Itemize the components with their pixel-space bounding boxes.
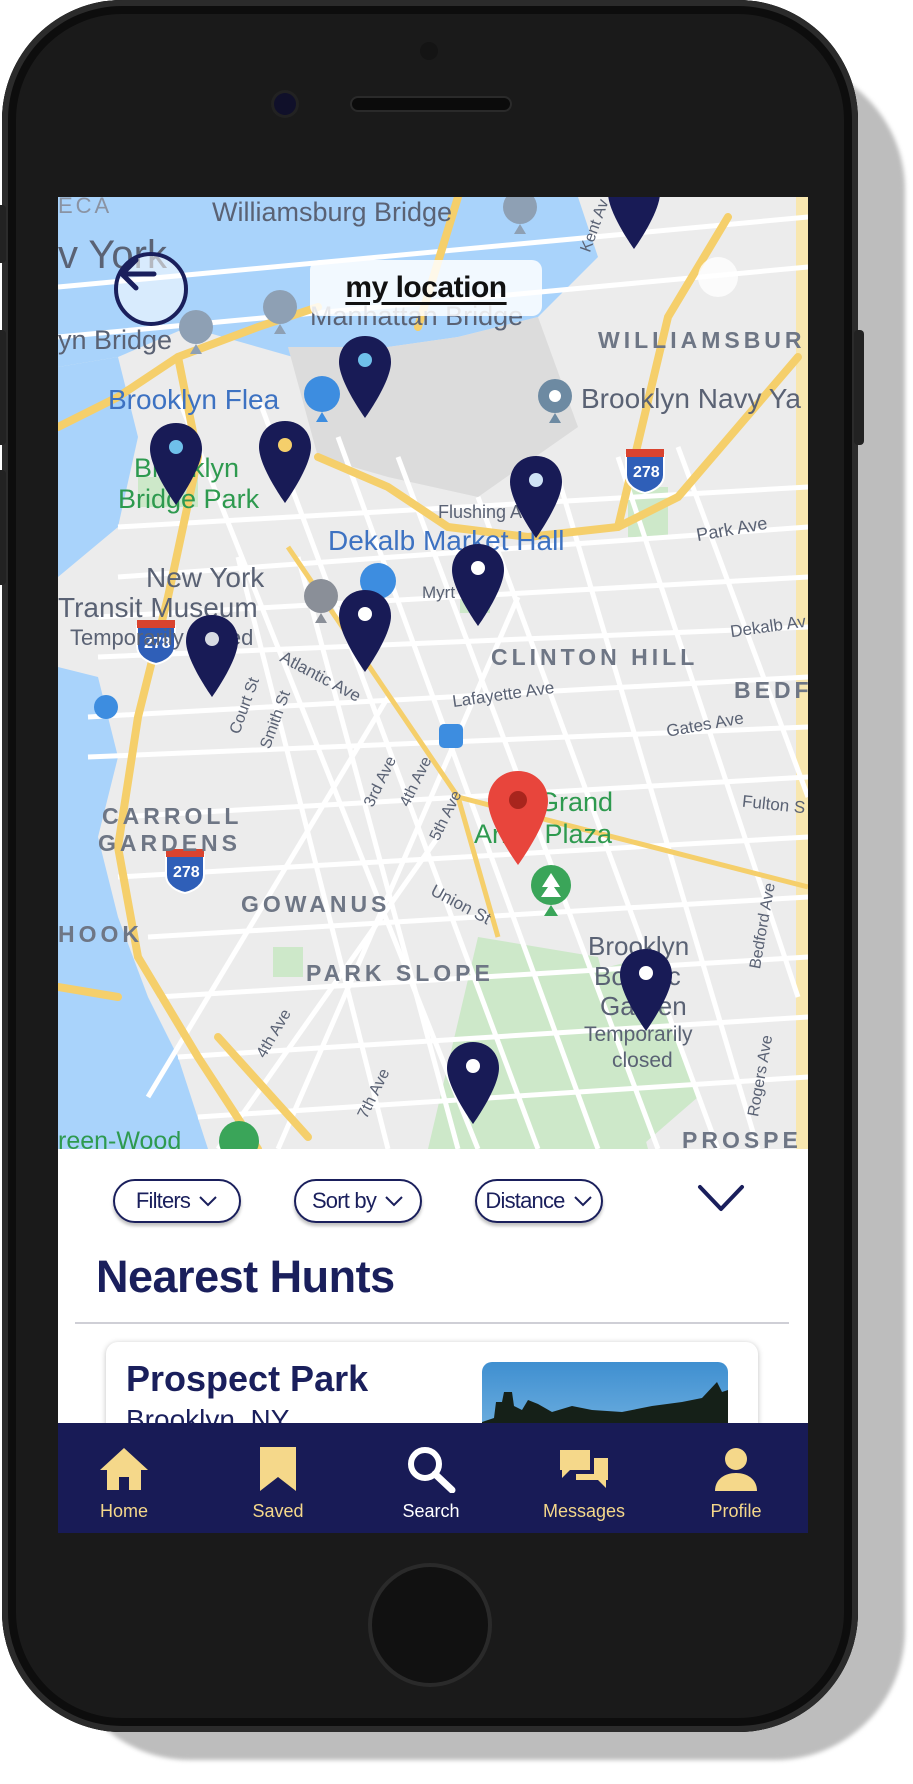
home-icon <box>100 1448 148 1490</box>
map-label-williamsburg-bridge: Williamsburg Bridge <box>212 197 453 227</box>
sort-dropdown[interactable]: Sort by <box>294 1179 422 1223</box>
home-button[interactable] <box>372 1567 488 1683</box>
svg-text:278: 278 <box>633 464 660 481</box>
current-location-pin[interactable] <box>488 771 548 865</box>
tab-search[interactable]: Search <box>371 1423 491 1533</box>
tab-home-label: Home <box>99 1501 148 1521</box>
map-label-n-bridge: yn Bridge <box>58 325 173 355</box>
hunt-pin[interactable] <box>339 590 391 672</box>
tab-profile[interactable]: Profile <box>676 1423 796 1533</box>
hunt-pin[interactable] <box>259 421 311 503</box>
app-screen: 278 278 278 Williamsburg Bridge ECA v Yo… <box>58 197 808 1533</box>
page-title-chip: my location <box>310 260 542 316</box>
tab-profile-label: Profile <box>710 1501 762 1521</box>
proximity-sensor <box>420 42 438 60</box>
sort-label: Sort by <box>311 1188 377 1213</box>
power-button <box>854 330 864 445</box>
map-label-myrtle: Myrt <box>422 583 456 602</box>
volume-down-button <box>0 470 6 585</box>
hunt-pin[interactable] <box>608 197 660 249</box>
profile-icon <box>715 1448 757 1491</box>
tab-home[interactable]: Home <box>64 1423 184 1533</box>
filters-dropdown[interactable]: Filters <box>113 1179 241 1223</box>
bottom-tab-bar: Home Saved Search Messages Profile <box>58 1423 808 1533</box>
map-label-bedford: BEDF <box>734 677 808 703</box>
map-label-park-slope: PARK SLOPE <box>306 960 494 986</box>
map-label-eca: ECA <box>58 197 113 218</box>
search-icon <box>408 1447 456 1493</box>
hunt-pin[interactable] <box>510 456 562 538</box>
arrow-left-icon <box>119 257 157 291</box>
map-label-carroll-2: GARDENS <box>98 830 242 856</box>
hunt-card-title: Prospect Park <box>126 1358 369 1399</box>
map-label-prospect: PROSPE <box>682 1127 802 1149</box>
collapse-sheet-button[interactable] <box>696 1183 746 1213</box>
map-label-gowanus: GOWANUS <box>241 891 391 917</box>
back-button[interactable] <box>114 252 188 326</box>
hunt-pin[interactable] <box>452 544 504 626</box>
map-view[interactable]: 278 278 278 Williamsburg Bridge ECA v Yo… <box>58 197 808 1149</box>
map-label-brooklyn-flea: Brooklyn Flea <box>108 384 280 415</box>
page-title: my location <box>345 271 507 304</box>
hunt-pin[interactable] <box>339 336 391 418</box>
earpiece-speaker <box>352 98 510 110</box>
bookmark-icon <box>260 1447 296 1491</box>
tab-search-label: Search <box>402 1501 460 1521</box>
map-label-green-wood: reen-Wood <box>58 1127 182 1149</box>
map-label-grand-army-1: Grand <box>538 787 614 817</box>
map-label-brooklyn-navy-yard: Brooklyn Navy Ya <box>581 383 801 414</box>
map-label-williamsburg: WILLIAMSBUR <box>598 327 806 353</box>
tab-messages-label: Messages <box>542 1501 626 1521</box>
front-camera <box>274 93 296 115</box>
hunt-pin[interactable] <box>620 949 672 1031</box>
distance-label: Distance <box>485 1188 565 1213</box>
map-label-botanic-5: closed <box>612 1049 673 1072</box>
hunt-pin[interactable] <box>447 1042 499 1124</box>
chevron-down-icon <box>385 1196 403 1207</box>
hunt-pin[interactable] <box>150 423 202 505</box>
volume-up-button <box>0 330 6 445</box>
map-label-hook: HOOK <box>58 921 143 947</box>
section-title: Nearest Hunts <box>96 1251 395 1302</box>
hunt-pin[interactable] <box>186 615 238 697</box>
map-label-carroll-1: CARROLL <box>102 803 243 829</box>
mute-switch <box>0 205 6 263</box>
tab-saved[interactable]: Saved <box>218 1423 338 1533</box>
map-label-nyt-museum-1: New York <box>146 562 265 593</box>
tab-saved-label: Saved <box>252 1501 304 1521</box>
chevron-down-icon <box>199 1196 217 1207</box>
filters-label: Filters <box>135 1188 191 1213</box>
messages-icon <box>560 1450 608 1488</box>
svg-text:278: 278 <box>173 864 200 881</box>
distance-dropdown[interactable]: Distance <box>475 1179 603 1223</box>
divider <box>75 1322 789 1324</box>
chevron-down-icon <box>573 1196 592 1207</box>
map-label-clinton-hill: CLINTON HILL <box>491 644 699 670</box>
tab-messages[interactable]: Messages <box>524 1423 644 1533</box>
